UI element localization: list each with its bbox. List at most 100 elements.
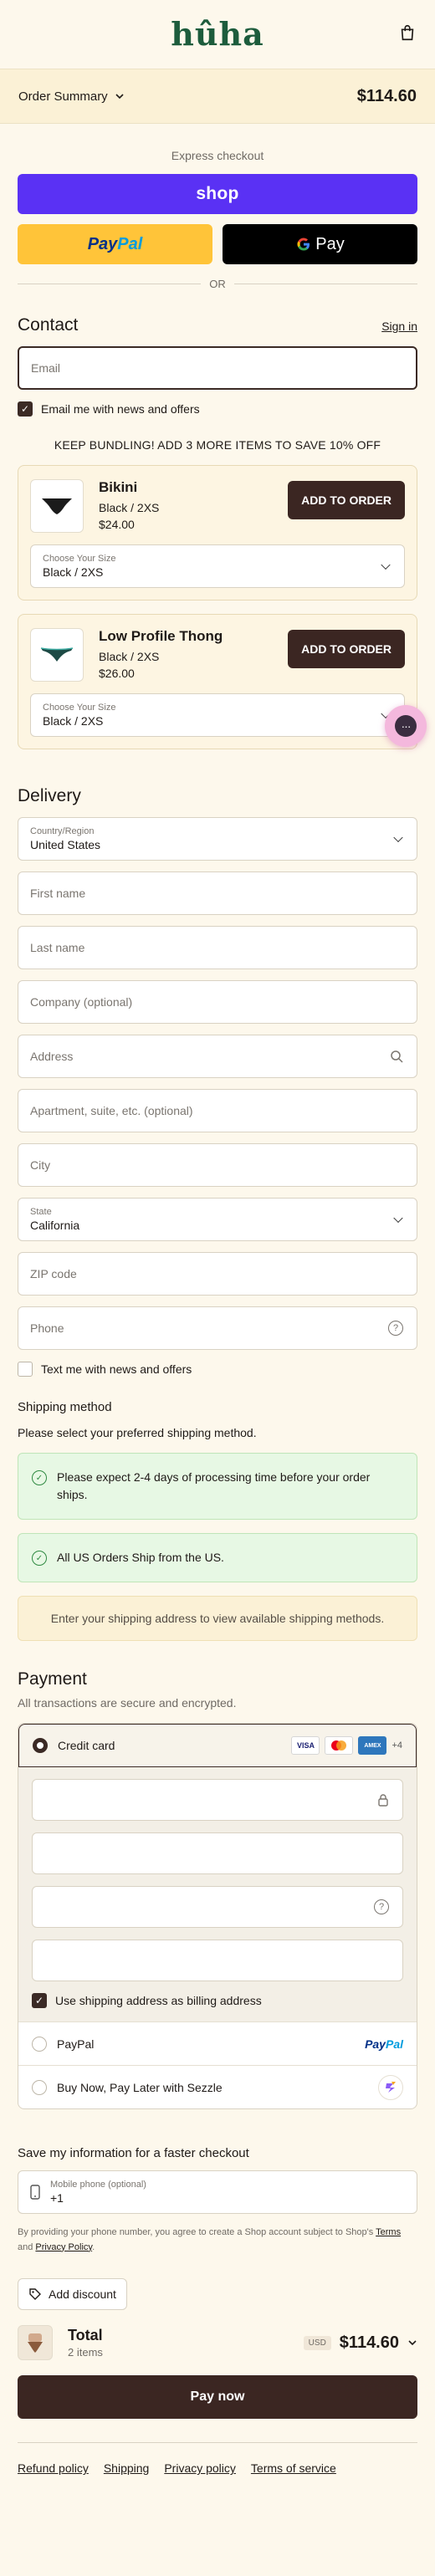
- help-icon[interactable]: ?: [374, 1899, 389, 1914]
- privacy-link[interactable]: Privacy Policy: [35, 2242, 92, 2252]
- order-thumbnail: [18, 2325, 53, 2361]
- product-thumbnail: [30, 628, 84, 682]
- refund-policy-link[interactable]: Refund policy: [18, 2461, 89, 2475]
- total-label: Total: [68, 2327, 103, 2344]
- apartment-field[interactable]: Apartment, suite, etc. (optional): [18, 1089, 417, 1132]
- add-to-order-button[interactable]: ADD TO ORDER: [288, 630, 405, 668]
- visa-icon: VISA: [291, 1736, 320, 1755]
- payment-heading: Payment: [18, 1669, 87, 1689]
- order-summary-total: $114.60: [356, 86, 417, 105]
- shop-pay-label: shop: [196, 184, 239, 203]
- text-news-checkbox[interactable]: [18, 1362, 33, 1377]
- product-image: [28, 2333, 43, 2354]
- first-name-field[interactable]: First name: [18, 871, 417, 915]
- city-placeholder: City: [30, 1158, 51, 1172]
- mastercard-icon: [325, 1736, 354, 1755]
- processing-time-text: Please expect 2-4 days of processing tim…: [57, 1470, 371, 1501]
- size-select-value: Black / 2XS: [43, 714, 104, 728]
- address-field[interactable]: Address: [18, 1035, 417, 1078]
- mobile-phone-field[interactable]: Mobile phone (optional) +1: [18, 2170, 417, 2214]
- contact-heading: Contact: [18, 315, 79, 335]
- credit-card-fields: ? ✓ Use shipping address as billing addr…: [18, 1767, 417, 2021]
- chat-button[interactable]: ···: [385, 705, 427, 747]
- total-amount: $114.60: [339, 2333, 399, 2352]
- mobile-phone-label: Mobile phone (optional): [50, 2180, 146, 2190]
- footer-links: Refund policy Shipping Privacy policy Te…: [18, 2461, 417, 2475]
- size-select[interactable]: Choose Your Size Black / 2XS: [30, 544, 405, 588]
- us-shipping-text: All US Orders Ship from the US.: [57, 1551, 224, 1564]
- chevron-down-icon[interactable]: [407, 2338, 417, 2348]
- shipping-address-prompt: Enter your shipping address to view avai…: [18, 1596, 417, 1641]
- size-select-label: Choose Your Size: [43, 554, 116, 564]
- brand-logo[interactable]: hûha: [0, 15, 435, 53]
- upsell-product-price: $24.00: [99, 518, 135, 531]
- email-news-checkbox[interactable]: ✓: [18, 401, 33, 417]
- bikini-image: [42, 498, 72, 514]
- email-placeholder: Email: [31, 361, 61, 375]
- order-total-row: Total 2 items USD $114.60: [18, 2325, 417, 2361]
- name-on-card-field[interactable]: [32, 1940, 403, 1981]
- last-name-placeholder: Last name: [30, 941, 85, 954]
- email-news-checkbox-row[interactable]: ✓ Email me with news and offers: [18, 401, 417, 417]
- add-discount-button[interactable]: Add discount: [18, 2278, 127, 2311]
- sezzle-radio[interactable]: [32, 2079, 47, 2095]
- help-icon[interactable]: ?: [388, 1321, 403, 1336]
- country-label: Country/Region: [30, 826, 95, 836]
- product-thumbnail: [30, 479, 84, 533]
- footer-divider: [18, 2442, 417, 2444]
- card-number-field[interactable]: [32, 1779, 403, 1821]
- text-news-label: Text me with news and offers: [41, 1362, 192, 1376]
- last-name-field[interactable]: Last name: [18, 926, 417, 969]
- order-summary-bar[interactable]: Order Summary $114.60: [0, 69, 435, 124]
- pay-now-button[interactable]: Pay now: [18, 2375, 417, 2420]
- company-field[interactable]: Company (optional): [18, 980, 417, 1024]
- paypal-button[interactable]: Pay Pal: [18, 224, 212, 264]
- shop-legal-text: By providing your phone number, you agre…: [18, 2226, 417, 2255]
- security-code-field[interactable]: ?: [32, 1886, 403, 1928]
- billing-same-label: Use shipping address as billing address: [55, 1994, 262, 2007]
- add-discount-label: Add discount: [49, 2287, 116, 2302]
- google-pay-label: Pay: [315, 234, 345, 253]
- billing-same-checkbox-row[interactable]: ✓ Use shipping address as billing addres…: [32, 1993, 403, 2008]
- us-shipping-banner: ✓ All US Orders Ship from the US.: [18, 1533, 417, 1582]
- chat-bubble-icon: ···: [395, 715, 417, 737]
- shop-pay-button[interactable]: shop: [18, 174, 417, 214]
- add-to-order-button[interactable]: ADD TO ORDER: [288, 481, 405, 519]
- paypal-option-label: PayPal: [57, 2037, 95, 2051]
- shipping-method-heading: Shipping method: [18, 1400, 112, 1414]
- billing-same-checkbox[interactable]: ✓: [32, 1993, 47, 2008]
- apartment-placeholder: Apartment, suite, etc. (optional): [30, 1104, 193, 1117]
- state-select[interactable]: State California: [18, 1198, 417, 1241]
- more-cards-count: +4: [392, 1740, 402, 1751]
- sign-in-link[interactable]: Sign in: [381, 319, 417, 333]
- sezzle-option[interactable]: Buy Now, Pay Later with Sezzle: [18, 2065, 417, 2108]
- upsell-card-thong: Low Profile Thong Black / 2XS $26.00 ADD…: [18, 614, 417, 749]
- city-field[interactable]: City: [18, 1143, 417, 1187]
- terms-of-service-link[interactable]: Terms of service: [251, 2461, 336, 2475]
- order-summary-label: Order Summary: [18, 89, 108, 104]
- shipping-link[interactable]: Shipping: [104, 2461, 150, 2475]
- currency-badge: USD: [303, 2335, 331, 2350]
- credit-card-radio[interactable]: [33, 1738, 48, 1753]
- expiration-date-field[interactable]: [32, 1832, 403, 1874]
- thong-image: [40, 647, 74, 662]
- size-select-label: Choose Your Size: [43, 703, 116, 713]
- zip-field[interactable]: ZIP code: [18, 1252, 417, 1296]
- paypal-logo-part2: Pal: [117, 234, 143, 253]
- google-pay-button[interactable]: Pay: [223, 224, 417, 264]
- text-news-checkbox-row[interactable]: Text me with news and offers: [18, 1362, 417, 1377]
- upsell-product-variant: Black / 2XS: [99, 501, 160, 514]
- email-field[interactable]: Email: [18, 346, 417, 390]
- country-select[interactable]: Country/Region United States: [18, 817, 417, 861]
- or-label: OR: [209, 278, 226, 290]
- upsell-product-price: $26.00: [99, 667, 135, 680]
- save-info-heading: Save my information for a faster checkou…: [18, 2146, 249, 2160]
- paypal-option[interactable]: PayPal PayPal: [18, 2021, 417, 2065]
- phone-field[interactable]: Phone ?: [18, 1306, 417, 1350]
- privacy-policy-link[interactable]: Privacy policy: [164, 2461, 236, 2475]
- shopping-bag-icon[interactable]: [398, 23, 417, 42]
- credit-card-option[interactable]: Credit card VISA AMEX +4: [18, 1724, 417, 1767]
- paypal-radio[interactable]: [32, 2036, 47, 2052]
- terms-link[interactable]: Terms: [376, 2227, 401, 2237]
- size-select[interactable]: Choose Your Size Black / 2XS: [30, 693, 405, 737]
